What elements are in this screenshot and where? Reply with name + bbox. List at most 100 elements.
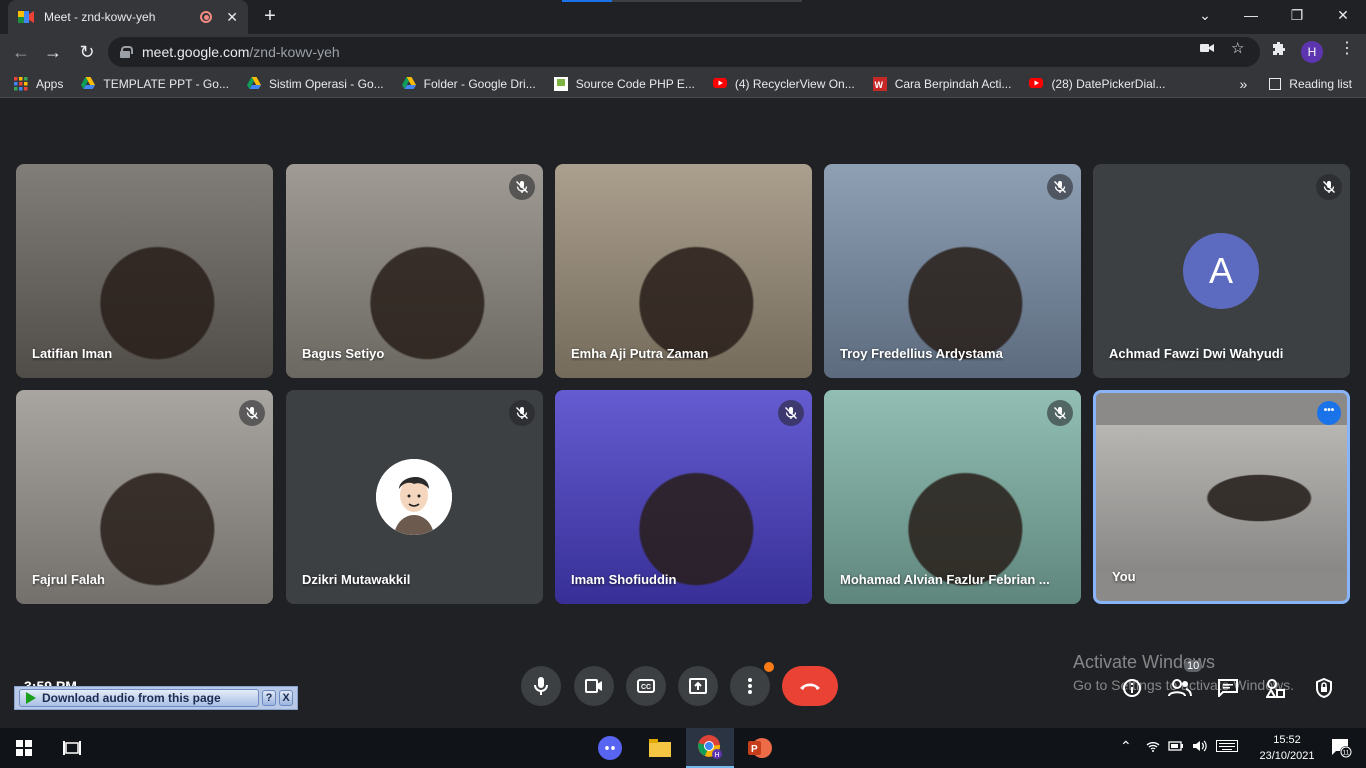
taskbar-clock[interactable]: 15:52 23/10/2021 [1256,732,1318,764]
download-audio-button[interactable]: Download audio from this page [19,689,259,707]
reading-list-icon [1269,78,1282,90]
participants-button[interactable] [1168,676,1192,700]
download-help-button[interactable]: ? [262,690,276,706]
battery-icon[interactable] [1168,740,1184,755]
download-close-button[interactable]: X [279,690,293,706]
browser-tab[interactable]: Meet - znd-kowv-yeh ✕ [8,0,248,34]
close-tab-icon[interactable]: ✕ [226,9,238,26]
meeting-details-button[interactable] [1120,676,1144,700]
bookmark-item[interactable]: (28) DatePickerDial... [1029,77,1165,91]
bookmarks-bar: Apps TEMPLATE PPT - Go... Sistim Operasi -… [0,70,1366,98]
people-icon [1168,679,1192,697]
url-host: meet.google.com [142,44,250,60]
youtube-icon [1029,77,1044,91]
bookmark-label: Sistim Operasi - Go... [268,76,384,91]
leave-call-button[interactable] [782,666,838,706]
address-bar[interactable]: meet.google.com/znd-kowv-yeh [108,37,1260,67]
shield-lock-icon [1316,678,1332,698]
svg-text:H: H [715,752,720,759]
bookmark-label: TEMPLATE PPT - Go... [103,76,229,91]
bookmark-item[interactable]: Folder - Google Dri... [401,76,536,91]
minimize-button[interactable]: — [1228,0,1274,30]
wifi-icon[interactable] [1146,740,1160,755]
participant-tile[interactable]: Dzikri Mutawakkil [286,390,543,604]
browser-menu-icon[interactable]: ⋮ [1339,38,1355,58]
reading-list-button[interactable]: Reading list [1269,77,1352,91]
bookmark-label: (4) RecyclerView On... [734,76,855,91]
show-hidden-icons[interactable]: ⌃ [1120,738,1132,755]
participant-name: Fajrul Falah [32,572,105,587]
site-icon [553,76,568,91]
volume-icon[interactable] [1192,740,1208,755]
extensions-icon[interactable] [1271,41,1287,61]
bookmark-item[interactable]: W Cara Berpindah Acti... [872,76,1012,91]
bookmark-label: Source Code PHP E... [575,76,695,91]
participant-tile[interactable]: Emha Aji Putra Zaman [555,164,812,378]
chat-button[interactable] [1216,676,1240,700]
tab-search-icon[interactable]: ⌄ [1182,0,1228,30]
svg-text:CC: CC [641,684,651,691]
keyboard-icon[interactable] [1216,740,1238,755]
profile-avatar[interactable]: H [1301,41,1323,63]
bookmark-label: Cara Berpindah Acti... [894,76,1012,91]
back-button[interactable]: ← [8,39,34,65]
microphone-button[interactable] [521,666,561,706]
action-center-button[interactable]: 11 [1318,728,1366,768]
participant-tile[interactable]: Fajrul Falah [16,390,273,604]
taskbar-chrome[interactable]: H [686,728,734,768]
google-drive-icon [246,76,261,91]
participant-name: Latifian Iman [32,346,113,361]
forward-button[interactable]: → [40,39,66,65]
participant-tile[interactable]: Troy Fredellius Ardystama [824,164,1081,378]
loading-indicator [562,0,802,2]
svg-text:P: P [751,744,758,755]
close-window-button[interactable]: ✕ [1320,0,1366,30]
participant-tile[interactable]: A Achmad Fawzi Dwi Wahyudi [1093,164,1350,378]
participant-tile[interactable]: Bagus Setiyo [286,164,543,378]
captions-button[interactable]: CC [626,666,666,706]
more-options-icon[interactable]: ••• [1317,401,1341,425]
present-screen-button[interactable] [678,666,718,706]
taskbar-discord[interactable] [586,728,634,768]
new-tab-button[interactable]: + [258,4,282,28]
site-red-icon: W [872,76,887,91]
start-button[interactable] [0,728,48,768]
camera-in-use-icon[interactable] [1200,41,1214,58]
self-video-tile[interactable]: ••• You [1093,390,1350,604]
windows-logo-icon [16,740,32,756]
camera-button[interactable] [574,666,614,706]
host-controls-button[interactable] [1312,676,1336,700]
restore-button[interactable]: ❐ [1274,0,1320,30]
participant-avatar-image [376,459,452,535]
meet-call-area: Latifian Iman Bagus Setiyo Emha Aji Putra … [0,98,1366,728]
google-drive-icon [81,76,96,91]
participant-avatar: A [1183,233,1259,309]
participant-name: Troy Fredellius Ardystama [840,346,1003,361]
participant-tile[interactable]: Imam Shofiuddin [555,390,812,604]
bookmark-item[interactable]: (4) RecyclerView On... [712,76,855,91]
play-icon [26,692,36,704]
notification-count: 11 [1343,750,1350,757]
lock-icon[interactable] [120,46,133,58]
participant-name: Mohamad Alvian Fazlur Febrian ... [840,572,1050,587]
activities-button[interactable] [1264,676,1288,700]
bookmark-label: Folder - Google Dri... [423,76,536,91]
bookmark-item[interactable]: Apps [14,76,63,91]
info-icon [1123,679,1141,697]
taskbar-powerpoint[interactable]: P [736,728,784,768]
windows-taskbar: H P ⌃ 15:52 23/10/2021 11 [0,728,1366,768]
participant-tile[interactable]: Mohamad Alvian Fazlur Febrian ... [824,390,1081,604]
more-bookmarks-icon[interactable]: » [1240,76,1248,92]
bookmark-item[interactable]: TEMPLATE PPT - Go... [81,76,229,91]
reload-button[interactable]: ↻ [74,39,100,65]
taskbar-file-explorer[interactable] [636,728,684,768]
participant-name: You [1112,569,1136,584]
bookmark-item[interactable]: Source Code PHP E... [553,76,695,91]
task-view-button[interactable] [48,728,96,768]
more-options-button[interactable] [730,662,774,706]
bookmark-star-icon[interactable]: ☆ [1231,39,1244,57]
muted-mic-icon [509,174,535,200]
participant-tile[interactable]: Latifian Iman [16,164,273,378]
bookmark-item[interactable]: Sistim Operasi - Go... [246,76,384,91]
muted-mic-icon [509,400,535,426]
